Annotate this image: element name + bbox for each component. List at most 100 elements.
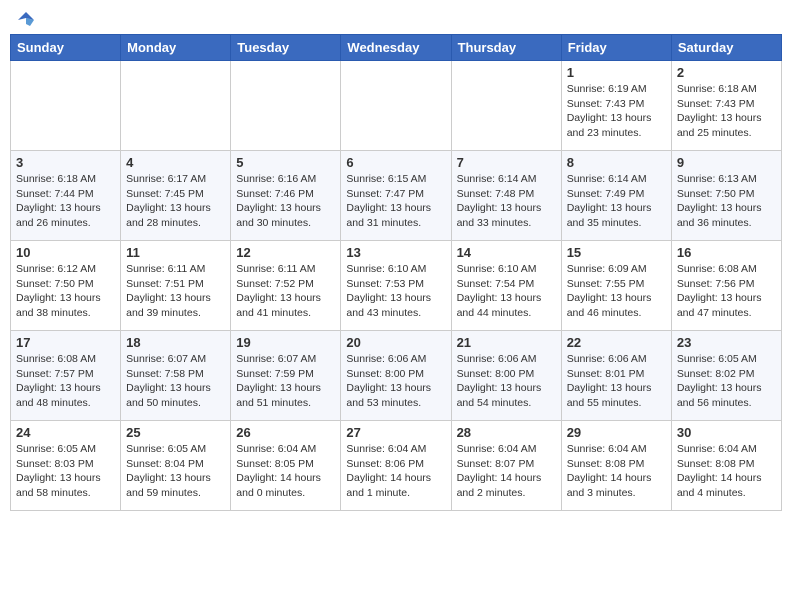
calendar-cell xyxy=(231,61,341,151)
page-header xyxy=(10,10,782,28)
day-number: 6 xyxy=(346,155,445,170)
day-number: 18 xyxy=(126,335,225,350)
calendar-week-1: 1 Sunrise: 6:19 AM Sunset: 7:43 PM Daylig… xyxy=(11,61,782,151)
day-number: 12 xyxy=(236,245,335,260)
calendar-cell: 7 Sunrise: 6:14 AM Sunset: 7:48 PM Daylig… xyxy=(451,151,561,241)
calendar-cell: 9 Sunrise: 6:13 AM Sunset: 7:50 PM Daylig… xyxy=(671,151,781,241)
calendar-table: SundayMondayTuesdayWednesdayThursdayFrid… xyxy=(10,34,782,511)
day-info: Sunrise: 6:06 AM Sunset: 8:00 PM Dayligh… xyxy=(457,352,556,411)
day-info: Sunrise: 6:07 AM Sunset: 7:58 PM Dayligh… xyxy=(126,352,225,411)
calendar-cell: 16 Sunrise: 6:08 AM Sunset: 7:56 PM Dayli… xyxy=(671,241,781,331)
calendar-week-4: 17 Sunrise: 6:08 AM Sunset: 7:57 PM Dayli… xyxy=(11,331,782,421)
calendar-cell: 23 Sunrise: 6:05 AM Sunset: 8:02 PM Dayli… xyxy=(671,331,781,421)
day-number: 13 xyxy=(346,245,445,260)
day-info: Sunrise: 6:16 AM Sunset: 7:46 PM Dayligh… xyxy=(236,172,335,231)
day-number: 30 xyxy=(677,425,776,440)
calendar-cell: 25Sunrise: 6:05 AM Sunset: 8:04 PM Dayli… xyxy=(121,421,231,511)
day-info: Sunrise: 6:05 AM Sunset: 8:03 PM Dayligh… xyxy=(16,442,115,501)
calendar-cell xyxy=(121,61,231,151)
calendar-cell: 11Sunrise: 6:11 AM Sunset: 7:51 PM Dayli… xyxy=(121,241,231,331)
calendar-cell: 19 Sunrise: 6:07 AM Sunset: 7:59 PM Dayli… xyxy=(231,331,341,421)
day-number: 2 xyxy=(677,65,776,80)
logo-icon xyxy=(16,10,36,30)
weekday-header-monday: Monday xyxy=(121,35,231,61)
calendar-cell: 5Sunrise: 6:16 AM Sunset: 7:46 PM Daylig… xyxy=(231,151,341,241)
day-info: Sunrise: 6:10 AM Sunset: 7:53 PM Dayligh… xyxy=(346,262,445,321)
day-number: 23 xyxy=(677,335,776,350)
calendar-cell: 10Sunrise: 6:12 AM Sunset: 7:50 PM Dayli… xyxy=(11,241,121,331)
day-info: Sunrise: 6:08 AM Sunset: 7:57 PM Dayligh… xyxy=(16,352,115,411)
weekday-header-wednesday: Wednesday xyxy=(341,35,451,61)
day-info: Sunrise: 6:04 AM Sunset: 8:08 PM Dayligh… xyxy=(677,442,776,501)
day-number: 28 xyxy=(457,425,556,440)
calendar-cell: 2 Sunrise: 6:18 AM Sunset: 7:43 PM Daylig… xyxy=(671,61,781,151)
calendar-cell: 14 Sunrise: 6:10 AM Sunset: 7:54 PM Dayli… xyxy=(451,241,561,331)
calendar-cell: 3 Sunrise: 6:18 AM Sunset: 7:44 PM Daylig… xyxy=(11,151,121,241)
day-number: 8 xyxy=(567,155,666,170)
calendar-cell xyxy=(341,61,451,151)
day-info: Sunrise: 6:04 AM Sunset: 8:07 PM Dayligh… xyxy=(457,442,556,501)
calendar-cell: 8 Sunrise: 6:14 AM Sunset: 7:49 PM Daylig… xyxy=(561,151,671,241)
day-number: 22 xyxy=(567,335,666,350)
day-number: 24 xyxy=(16,425,115,440)
day-number: 10 xyxy=(16,245,115,260)
calendar-cell: 4 Sunrise: 6:17 AM Sunset: 7:45 PM Daylig… xyxy=(121,151,231,241)
day-info: Sunrise: 6:13 AM Sunset: 7:50 PM Dayligh… xyxy=(677,172,776,231)
calendar-cell: 21Sunrise: 6:06 AM Sunset: 8:00 PM Dayli… xyxy=(451,331,561,421)
calendar-cell: 28 Sunrise: 6:04 AM Sunset: 8:07 PM Dayli… xyxy=(451,421,561,511)
logo xyxy=(14,14,36,28)
weekday-header-thursday: Thursday xyxy=(451,35,561,61)
day-info: Sunrise: 6:04 AM Sunset: 8:08 PM Dayligh… xyxy=(567,442,666,501)
calendar-cell xyxy=(11,61,121,151)
day-info: Sunrise: 6:15 AM Sunset: 7:47 PM Dayligh… xyxy=(346,172,445,231)
day-info: Sunrise: 6:18 AM Sunset: 7:43 PM Dayligh… xyxy=(677,82,776,141)
day-number: 27 xyxy=(346,425,445,440)
calendar-cell: 13 Sunrise: 6:10 AM Sunset: 7:53 PM Dayli… xyxy=(341,241,451,331)
day-info: Sunrise: 6:05 AM Sunset: 8:02 PM Dayligh… xyxy=(677,352,776,411)
day-info: Sunrise: 6:09 AM Sunset: 7:55 PM Dayligh… xyxy=(567,262,666,321)
calendar-cell: 24 Sunrise: 6:05 AM Sunset: 8:03 PM Dayli… xyxy=(11,421,121,511)
day-info: Sunrise: 6:14 AM Sunset: 7:49 PM Dayligh… xyxy=(567,172,666,231)
day-number: 19 xyxy=(236,335,335,350)
calendar-cell: 29 Sunrise: 6:04 AM Sunset: 8:08 PM Dayli… xyxy=(561,421,671,511)
calendar-header-row: SundayMondayTuesdayWednesdayThursdayFrid… xyxy=(11,35,782,61)
day-info: Sunrise: 6:07 AM Sunset: 7:59 PM Dayligh… xyxy=(236,352,335,411)
day-info: Sunrise: 6:10 AM Sunset: 7:54 PM Dayligh… xyxy=(457,262,556,321)
weekday-header-friday: Friday xyxy=(561,35,671,61)
day-info: Sunrise: 6:06 AM Sunset: 8:00 PM Dayligh… xyxy=(346,352,445,411)
day-info: Sunrise: 6:08 AM Sunset: 7:56 PM Dayligh… xyxy=(677,262,776,321)
day-number: 26 xyxy=(236,425,335,440)
day-info: Sunrise: 6:04 AM Sunset: 8:06 PM Dayligh… xyxy=(346,442,445,501)
day-info: Sunrise: 6:19 AM Sunset: 7:43 PM Dayligh… xyxy=(567,82,666,141)
day-info: Sunrise: 6:18 AM Sunset: 7:44 PM Dayligh… xyxy=(16,172,115,231)
day-number: 1 xyxy=(567,65,666,80)
calendar-cell: 15 Sunrise: 6:09 AM Sunset: 7:55 PM Dayli… xyxy=(561,241,671,331)
day-number: 17 xyxy=(16,335,115,350)
day-number: 7 xyxy=(457,155,556,170)
calendar-cell: 30 Sunrise: 6:04 AM Sunset: 8:08 PM Dayli… xyxy=(671,421,781,511)
calendar-week-3: 10Sunrise: 6:12 AM Sunset: 7:50 PM Dayli… xyxy=(11,241,782,331)
day-info: Sunrise: 6:14 AM Sunset: 7:48 PM Dayligh… xyxy=(457,172,556,231)
day-number: 3 xyxy=(16,155,115,170)
calendar-cell: 26 Sunrise: 6:04 AM Sunset: 8:05 PM Dayli… xyxy=(231,421,341,511)
calendar-cell: 22 Sunrise: 6:06 AM Sunset: 8:01 PM Dayli… xyxy=(561,331,671,421)
day-info: Sunrise: 6:17 AM Sunset: 7:45 PM Dayligh… xyxy=(126,172,225,231)
day-info: Sunrise: 6:04 AM Sunset: 8:05 PM Dayligh… xyxy=(236,442,335,501)
day-number: 9 xyxy=(677,155,776,170)
day-number: 15 xyxy=(567,245,666,260)
calendar-cell: 1 Sunrise: 6:19 AM Sunset: 7:43 PM Daylig… xyxy=(561,61,671,151)
day-number: 29 xyxy=(567,425,666,440)
day-number: 4 xyxy=(126,155,225,170)
weekday-header-sunday: Sunday xyxy=(11,35,121,61)
day-number: 16 xyxy=(677,245,776,260)
calendar-week-5: 24 Sunrise: 6:05 AM Sunset: 8:03 PM Dayli… xyxy=(11,421,782,511)
calendar-week-2: 3 Sunrise: 6:18 AM Sunset: 7:44 PM Daylig… xyxy=(11,151,782,241)
day-number: 14 xyxy=(457,245,556,260)
day-info: Sunrise: 6:11 AM Sunset: 7:52 PM Dayligh… xyxy=(236,262,335,321)
weekday-header-saturday: Saturday xyxy=(671,35,781,61)
day-number: 25 xyxy=(126,425,225,440)
calendar-cell: 20Sunrise: 6:06 AM Sunset: 8:00 PM Dayli… xyxy=(341,331,451,421)
calendar-cell xyxy=(451,61,561,151)
day-info: Sunrise: 6:06 AM Sunset: 8:01 PM Dayligh… xyxy=(567,352,666,411)
calendar-cell: 27 Sunrise: 6:04 AM Sunset: 8:06 PM Dayli… xyxy=(341,421,451,511)
